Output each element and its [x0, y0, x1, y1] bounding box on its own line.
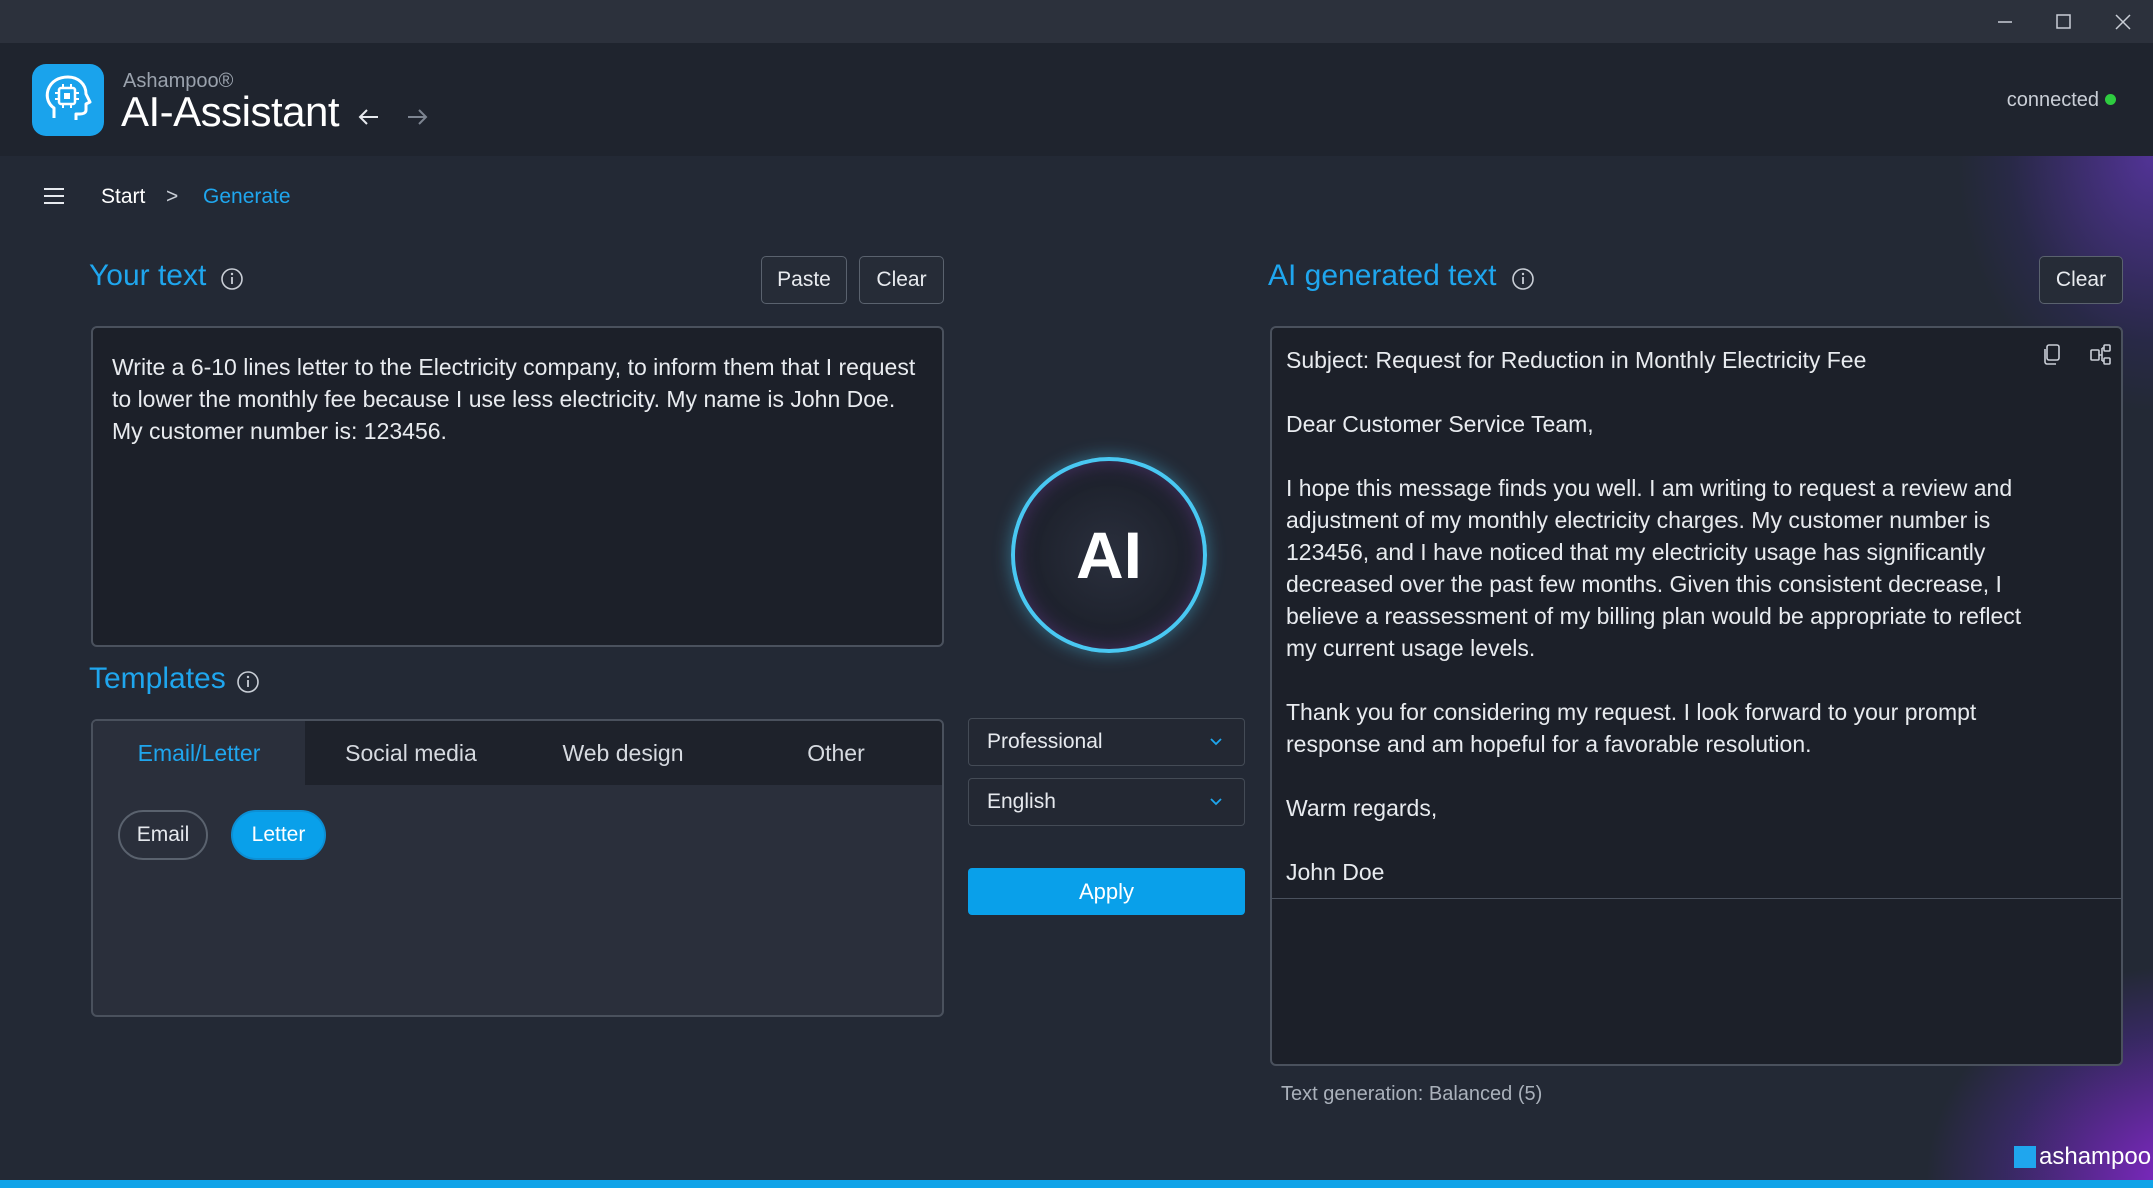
tab-other[interactable]: Other: [730, 721, 942, 785]
output-text-area[interactable]: Subject: Request for Reduction in Monthl…: [1270, 326, 2123, 1066]
output-paragraph: John Doe: [1286, 859, 1385, 885]
share-icon[interactable]: [2088, 342, 2114, 368]
template-chip-letter[interactable]: Letter: [231, 810, 326, 860]
connection-indicator-icon: [2105, 94, 2116, 105]
breadcrumb-current: Generate: [203, 185, 291, 208]
maximize-icon[interactable]: [2043, 6, 2083, 38]
close-icon[interactable]: [2103, 6, 2143, 38]
output-paragraph: Subject: Request for Reduction in Monthl…: [1286, 347, 1867, 373]
ashampoo-logo-text: ashampoo: [2039, 1143, 2152, 1170]
app-logo-icon: [32, 64, 104, 136]
output-paragraph: Thank you for considering my request. I …: [1286, 699, 1977, 757]
language-value: English: [987, 790, 1056, 813]
tone-dropdown[interactable]: Professional: [968, 718, 1245, 766]
input-text-area[interactable]: Write a 6-10 lines letter to the Electri…: [91, 326, 944, 647]
output-paragraph: Warm regards,: [1286, 795, 1438, 821]
output-paragraph: I hope this message finds you well. I am…: [1286, 475, 2022, 661]
breadcrumb-start[interactable]: Start: [101, 185, 145, 209]
templates-title: Templates: [89, 662, 226, 695]
tone-value: Professional: [987, 730, 1103, 753]
tab-email-letter[interactable]: Email/Letter: [93, 721, 305, 785]
copy-icon[interactable]: [2040, 342, 2066, 368]
minimize-icon[interactable]: [1985, 6, 2025, 38]
output-divider: [1272, 898, 2121, 899]
template-chip-email[interactable]: Email: [118, 810, 208, 860]
back-arrow-icon[interactable]: [354, 104, 384, 130]
breadcrumb-separator: >: [166, 185, 179, 208]
forward-arrow-icon[interactable]: [402, 104, 432, 130]
language-dropdown[interactable]: English: [968, 778, 1245, 826]
your-text-title: Your text: [89, 259, 207, 292]
info-icon[interactable]: [220, 267, 244, 291]
output-paragraph: Dear Customer Service Team,: [1286, 411, 1594, 437]
template-tabs: Email/Letter Social media Web design Oth…: [93, 721, 942, 785]
generated-text: Subject: Request for Reduction in Monthl…: [1286, 344, 2026, 920]
text-generation-status: Text generation: Balanced (5): [1281, 1083, 1543, 1105]
chevron-down-icon: [1210, 798, 1222, 806]
chevron-down-icon: [1210, 738, 1222, 746]
hamburger-menu-icon[interactable]: [42, 184, 66, 208]
clear-output-button[interactable]: Clear: [2039, 256, 2123, 304]
templates-info-icon[interactable]: [236, 670, 260, 694]
templates-panel: Email/Letter Social media Web design Oth…: [91, 719, 944, 1017]
tab-web-design[interactable]: Web design: [517, 721, 729, 785]
connection-status: connected: [2006, 89, 2099, 111]
app-title: AI-Assistant: [121, 88, 340, 135]
ashampoo-logo: ashampoo: [2014, 1143, 2151, 1171]
ai-badge: AI: [1011, 457, 1207, 653]
output-info-icon[interactable]: [1511, 267, 1535, 291]
clear-input-button[interactable]: Clear: [859, 256, 944, 304]
bottom-accent-bar: [0, 1180, 2153, 1188]
title-bar: [0, 0, 2153, 43]
ashampoo-logo-icon: [2014, 1146, 2036, 1168]
tab-social-media[interactable]: Social media: [305, 721, 517, 785]
ai-generated-text-title: AI generated text: [1268, 259, 1497, 292]
paste-button[interactable]: Paste: [761, 256, 847, 304]
apply-button[interactable]: Apply: [968, 868, 1245, 915]
